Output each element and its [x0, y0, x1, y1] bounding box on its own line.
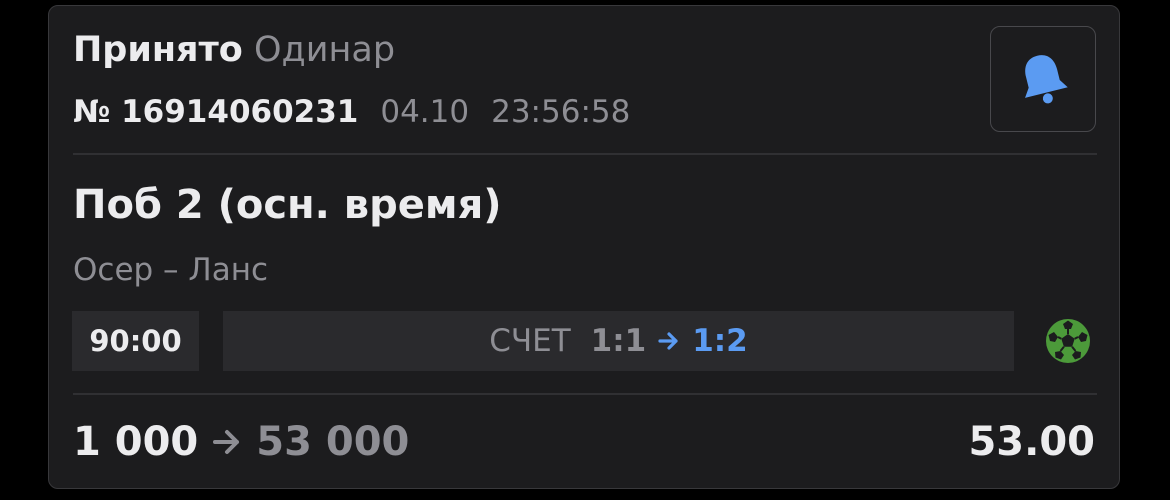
payout-amount: 53 000 — [256, 419, 410, 465]
soccer-ball-icon — [1046, 319, 1090, 363]
divider — [73, 393, 1097, 395]
score-box: СЧЕТ 1:1 1:2 — [223, 311, 1014, 371]
bell-icon — [1025, 55, 1068, 104]
bet-type: Одинар — [254, 30, 396, 70]
stake-line: 1 000 53 000 — [73, 416, 409, 468]
bet-header: Принято Одинар — [73, 28, 395, 72]
bet-date: 04.10 — [380, 94, 470, 130]
bet-meta: № 16914060231 04.10 23:56:58 — [73, 92, 630, 132]
match-time: 90:00 — [72, 311, 199, 371]
bet-number: № 16914060231 — [73, 94, 359, 130]
score-label: СЧЕТ — [489, 323, 571, 359]
coefficient: 53.00 — [968, 419, 1095, 465]
bet-outcome: Поб 2 (осн. время) — [73, 182, 502, 228]
bet-time: 23:56:58 — [491, 94, 631, 130]
score-before: 1:1 — [590, 323, 647, 359]
notification-bell-button[interactable] — [990, 26, 1096, 132]
divider — [73, 153, 1097, 155]
score-after: 1:2 — [692, 323, 748, 359]
bet-status: Принято — [73, 30, 243, 70]
arrow-right-icon — [212, 427, 242, 457]
stake-amount: 1 000 — [73, 419, 199, 465]
match-name: Осер – Ланс — [73, 252, 269, 288]
bet-card: Принято Одинар № 16914060231 04.10 23:56:5… — [48, 5, 1120, 489]
arrow-right-icon — [658, 330, 680, 352]
